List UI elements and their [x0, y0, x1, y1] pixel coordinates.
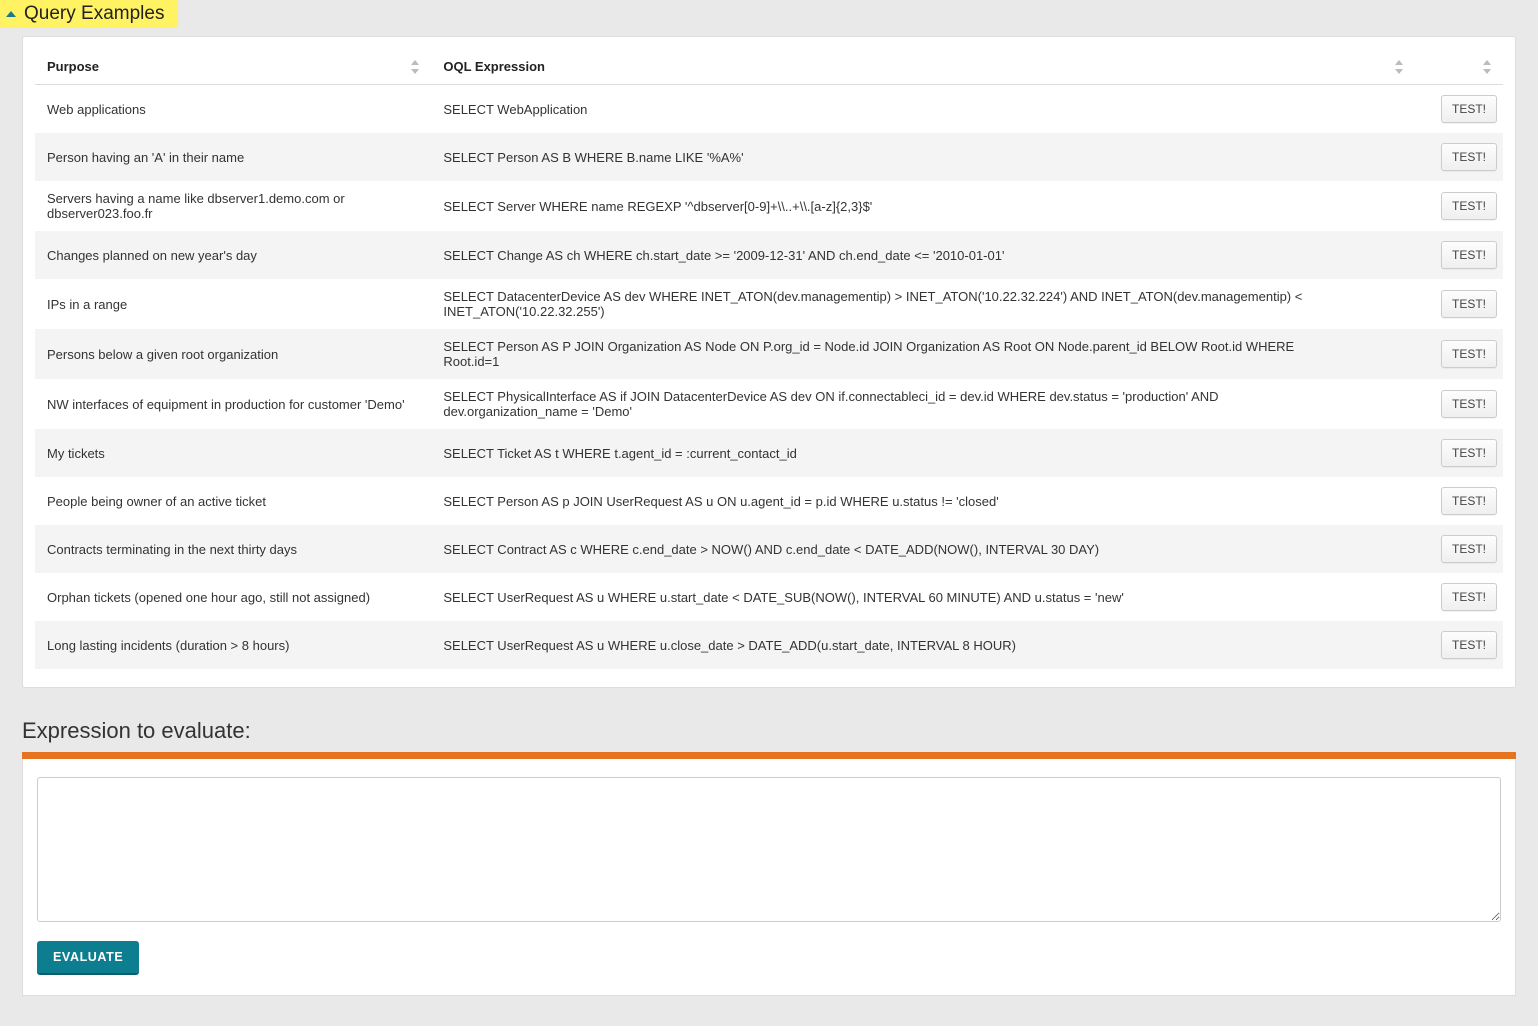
column-header-sort[interactable]: [1342, 49, 1415, 85]
test-button[interactable]: TEST!: [1441, 631, 1497, 659]
cell-purpose: Contracts terminating in the next thirty…: [35, 525, 431, 573]
cell-action: TEST!: [1415, 379, 1503, 429]
cell-oql: SELECT Contract AS c WHERE c.end_date > …: [431, 525, 1341, 573]
table-row: Changes planned on new year's daySELECT …: [35, 231, 1503, 279]
column-header-oql[interactable]: OQL Expression: [431, 49, 1341, 85]
table-row: Web applicationsSELECT WebApplication TES…: [35, 85, 1503, 134]
cell-purpose: IPs in a range: [35, 279, 431, 329]
query-examples-card: Purpose OQL Expression Web applicationsS…: [22, 36, 1516, 688]
test-button[interactable]: TEST!: [1441, 390, 1497, 418]
test-button[interactable]: TEST!: [1441, 192, 1497, 220]
table-row: Long lasting incidents (duration > 8 hou…: [35, 621, 1503, 669]
cell-oql: SELECT DatacenterDevice AS dev WHERE INE…: [431, 279, 1341, 329]
expression-section-title: Expression to evaluate:: [22, 718, 1516, 744]
cell-action: TEST!: [1415, 573, 1503, 621]
cell-empty: [1342, 85, 1415, 134]
column-header-label: OQL Expression: [443, 59, 545, 74]
cell-empty: [1342, 133, 1415, 181]
cell-oql: SELECT Change AS ch WHERE ch.start_date …: [431, 231, 1341, 279]
panel-title: Query Examples: [24, 3, 164, 25]
cell-empty: [1342, 379, 1415, 429]
cell-oql: SELECT UserRequest AS u WHERE u.start_da…: [431, 573, 1341, 621]
cell-action: TEST!: [1415, 621, 1503, 669]
cell-purpose: Long lasting incidents (duration > 8 hou…: [35, 621, 431, 669]
table-row: Servers having a name like dbserver1.dem…: [35, 181, 1503, 231]
cell-empty: [1342, 429, 1415, 477]
cell-empty: [1342, 525, 1415, 573]
table-row: Person having an 'A' in their nameSELECT…: [35, 133, 1503, 181]
cell-empty: [1342, 621, 1415, 669]
table-row: Persons below a given root organizationS…: [35, 329, 1503, 379]
cell-purpose: Web applications: [35, 85, 431, 134]
cell-action: TEST!: [1415, 429, 1503, 477]
query-examples-toggle[interactable]: Query Examples: [0, 0, 178, 28]
test-button[interactable]: TEST!: [1441, 241, 1497, 269]
table-row: Contracts terminating in the next thirty…: [35, 525, 1503, 573]
test-button[interactable]: TEST!: [1441, 95, 1497, 123]
cell-empty: [1342, 573, 1415, 621]
table-row: NW interfaces of equipment in production…: [35, 379, 1503, 429]
cell-empty: [1342, 231, 1415, 279]
test-button[interactable]: TEST!: [1441, 487, 1497, 515]
test-button[interactable]: TEST!: [1441, 439, 1497, 467]
cell-action: TEST!: [1415, 133, 1503, 181]
cell-purpose: Person having an 'A' in their name: [35, 133, 431, 181]
query-examples-table: Purpose OQL Expression Web applicationsS…: [35, 49, 1503, 669]
cell-empty: [1342, 477, 1415, 525]
cell-oql: SELECT PhysicalInterface AS if JOIN Data…: [431, 379, 1341, 429]
evaluate-button[interactable]: EVALUATE: [37, 941, 139, 975]
test-button[interactable]: TEST!: [1441, 583, 1497, 611]
cell-oql: SELECT Person AS B WHERE B.name LIKE '%A…: [431, 133, 1341, 181]
cell-oql: SELECT Server WHERE name REGEXP '^dbserv…: [431, 181, 1341, 231]
cell-action: TEST!: [1415, 231, 1503, 279]
cell-purpose: Orphan tickets (opened one hour ago, sti…: [35, 573, 431, 621]
cell-action: TEST!: [1415, 181, 1503, 231]
cell-purpose: Persons below a given root organization: [35, 329, 431, 379]
test-button[interactable]: TEST!: [1441, 290, 1497, 318]
table-row: People being owner of an active ticketSE…: [35, 477, 1503, 525]
table-row: IPs in a rangeSELECT DatacenterDevice AS…: [35, 279, 1503, 329]
cell-oql: SELECT Person AS P JOIN Organization AS …: [431, 329, 1341, 379]
cell-purpose: People being owner of an active ticket: [35, 477, 431, 525]
cell-action: TEST!: [1415, 477, 1503, 525]
cell-purpose: Servers having a name like dbserver1.dem…: [35, 181, 431, 231]
cell-oql: SELECT Person AS p JOIN UserRequest AS u…: [431, 477, 1341, 525]
test-button[interactable]: TEST!: [1441, 143, 1497, 171]
table-row: Orphan tickets (opened one hour ago, sti…: [35, 573, 1503, 621]
cell-purpose: Changes planned on new year's day: [35, 231, 431, 279]
cell-empty: [1342, 279, 1415, 329]
sort-icon: [1481, 60, 1493, 74]
column-header-purpose[interactable]: Purpose: [35, 49, 431, 85]
cell-action: TEST!: [1415, 329, 1503, 379]
test-button[interactable]: TEST!: [1441, 340, 1497, 368]
cell-empty: [1342, 181, 1415, 231]
column-header-label: Purpose: [47, 59, 99, 74]
expression-textarea[interactable]: [37, 777, 1501, 922]
sort-icon: [1393, 60, 1405, 74]
cell-oql: SELECT UserRequest AS u WHERE u.close_da…: [431, 621, 1341, 669]
cell-purpose: NW interfaces of equipment in production…: [35, 379, 431, 429]
chevron-up-icon: [6, 11, 16, 17]
cell-oql: SELECT Ticket AS t WHERE t.agent_id = :c…: [431, 429, 1341, 477]
column-header-action[interactable]: [1415, 49, 1503, 85]
cell-purpose: My tickets: [35, 429, 431, 477]
evaluate-card: EVALUATE: [22, 759, 1516, 996]
cell-empty: [1342, 329, 1415, 379]
cell-action: TEST!: [1415, 525, 1503, 573]
sort-icon: [409, 60, 421, 74]
cell-action: TEST!: [1415, 279, 1503, 329]
table-row: My ticketsSELECT Ticket AS t WHERE t.age…: [35, 429, 1503, 477]
test-button[interactable]: TEST!: [1441, 535, 1497, 563]
orange-divider: [22, 752, 1516, 759]
cell-action: TEST!: [1415, 85, 1503, 134]
cell-oql: SELECT WebApplication: [431, 85, 1341, 134]
